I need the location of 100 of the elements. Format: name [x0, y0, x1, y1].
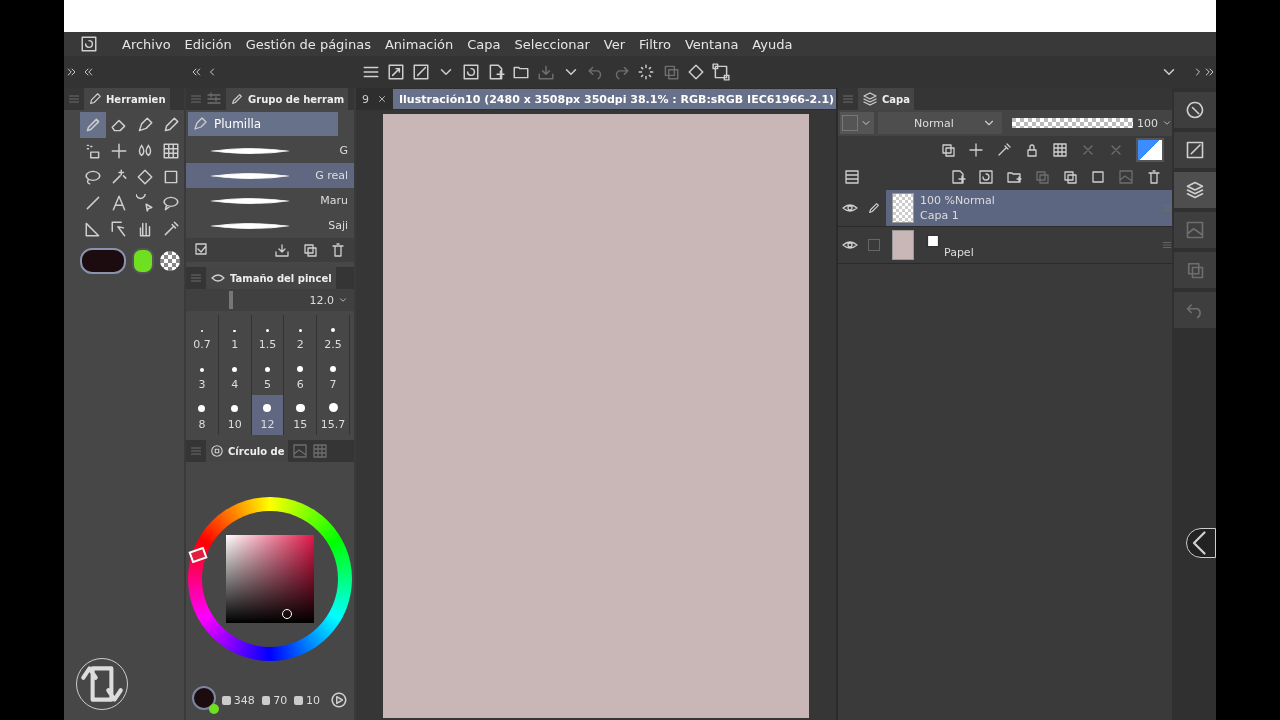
collapse-panel-icon[interactable]	[190, 66, 202, 78]
opacity-slider[interactable]	[1011, 118, 1133, 128]
menu-item[interactable]: Gestión de páginas	[245, 36, 371, 52]
new-raster-layer-icon[interactable]	[950, 169, 966, 185]
sub-color-swatch[interactable]	[132, 248, 154, 274]
side-handle-icon[interactable]	[1186, 528, 1216, 558]
brush-item[interactable]: G	[186, 138, 354, 163]
color-history-icon[interactable]	[312, 443, 329, 459]
panel-tab[interactable]: Grupo de herram	[226, 88, 349, 110]
checkbox[interactable]	[868, 239, 880, 251]
checkbox-icon[interactable]	[194, 242, 210, 258]
lock-icon[interactable]	[1024, 142, 1040, 158]
delete-icon[interactable]	[330, 242, 346, 258]
panel-tab[interactable]: Capa	[858, 88, 914, 110]
expand-panel-icon[interactable]	[66, 66, 78, 78]
menu-item[interactable]: Ver	[603, 36, 626, 52]
brush-icon[interactable]	[412, 63, 430, 81]
layer-color-button[interactable]	[1136, 138, 1164, 162]
eyedropper-icon	[162, 220, 180, 238]
brush-size-option[interactable]: 1.5	[251, 315, 285, 355]
brush-size-option[interactable]: 15.7	[317, 395, 350, 435]
ruler-icon	[84, 220, 102, 238]
download-icon[interactable]	[274, 242, 290, 258]
swirl-icon[interactable]	[462, 63, 480, 81]
brush-size-option[interactable]: 12	[251, 395, 285, 435]
new-folder-icon[interactable]	[1006, 169, 1022, 185]
canvas-tab[interactable]: 9	[356, 89, 393, 109]
hue-value[interactable]: 348	[233, 693, 255, 707]
transform-icon[interactable]	[712, 63, 730, 81]
slider-thumb[interactable]	[229, 291, 234, 309]
loading-icon[interactable]	[637, 63, 655, 81]
menu-item[interactable]: Animación	[384, 36, 454, 52]
copy-icon[interactable]	[662, 63, 680, 81]
brush-item[interactable]: Maru	[186, 188, 354, 213]
lock-transparency-icon[interactable]	[1052, 142, 1068, 158]
main-color-swatch[interactable]	[80, 248, 126, 274]
close-icon[interactable]	[377, 94, 387, 104]
opacity-value[interactable]: 100	[1137, 116, 1158, 130]
size-dot	[298, 328, 303, 332]
edit-target-icon[interactable]	[867, 201, 881, 215]
layers-button[interactable]	[1174, 172, 1216, 208]
layer-property-icon[interactable]	[844, 169, 860, 185]
merge-icon[interactable]	[1062, 169, 1078, 185]
sub-tool-header[interactable]: Plumilla	[188, 112, 338, 136]
duplicate-icon[interactable]	[302, 242, 318, 258]
hue-marker[interactable]	[188, 546, 208, 564]
panel-tab[interactable]: Herramien	[84, 88, 170, 110]
menu-item[interactable]: Ventana	[684, 36, 739, 52]
spin-icon[interactable]	[1162, 118, 1172, 128]
delete-layer-icon[interactable]	[1146, 169, 1162, 185]
panel-tab[interactable]: Círculo de	[206, 440, 289, 462]
brush-size-option[interactable]: 0.7	[186, 315, 219, 355]
brush-size-option[interactable]: 15	[284, 395, 318, 435]
drag-handle-icon[interactable]	[1162, 240, 1172, 250]
menu-item[interactable]: Archivo	[122, 36, 171, 52]
sub-color-indicator[interactable]	[209, 704, 219, 714]
panel-tab[interactable]: Tamaño del pincel	[206, 267, 336, 289]
size-value[interactable]: 12.0	[309, 293, 334, 307]
sub-view-button[interactable]	[1174, 132, 1216, 168]
layer-row[interactable]: Papel	[838, 227, 1172, 264]
brush-size-option[interactable]: 7	[317, 355, 350, 395]
menu-item[interactable]: Capa	[467, 36, 501, 52]
clip-icon[interactable]	[940, 142, 956, 158]
navigator-button[interactable]	[1174, 92, 1216, 128]
menu-item[interactable]: Filtro	[639, 36, 671, 52]
brightness-value[interactable]: 10	[306, 693, 320, 707]
pen-nib-icon	[192, 116, 208, 132]
mask-layer-icon[interactable]	[1090, 169, 1106, 185]
menu-item[interactable]: Ayuda	[752, 36, 793, 52]
brush-size-option[interactable]: 2	[284, 315, 318, 355]
brush-size-option[interactable]: 6	[284, 355, 318, 395]
saturation-value-square[interactable]	[226, 535, 314, 623]
layer-color-dropdown[interactable]	[840, 112, 874, 134]
brush-size-option[interactable]: 1	[218, 315, 252, 355]
collapse-panel-icon[interactable]	[82, 66, 94, 78]
saturation-value[interactable]: 70	[273, 693, 288, 707]
menu-item[interactable]: Seleccionar	[514, 36, 590, 52]
pen-tool-tool-button[interactable]	[80, 112, 106, 138]
color-set-icon[interactable]	[292, 443, 309, 459]
new-vector-layer-icon[interactable]	[978, 169, 994, 185]
fit-canvas-icon[interactable]	[387, 63, 405, 81]
transparent-color-swatch[interactable]	[160, 251, 180, 271]
brush-size-option[interactable]: 8	[186, 395, 219, 435]
brush-size-option[interactable]: 10	[218, 395, 252, 435]
menu-item[interactable]: Edición	[184, 36, 232, 52]
brush-item[interactable]: G real	[186, 163, 354, 188]
blend-mode-dropdown[interactable]: Normal	[878, 112, 1002, 134]
brush-item[interactable]: Saji	[186, 213, 354, 238]
play-icon[interactable]	[330, 691, 348, 709]
main-color-indicator[interactable]	[192, 686, 216, 710]
pen-tool-icon	[84, 116, 102, 134]
layer-row[interactable]: 100 %Normal Capa 1	[838, 190, 1172, 227]
spin-icon[interactable]	[338, 295, 348, 305]
brush-size-option[interactable]: 2.5	[317, 315, 350, 355]
brush-size-option[interactable]: 4	[218, 355, 252, 395]
save-icon[interactable]	[537, 63, 555, 81]
brush-size-option[interactable]: 3	[186, 355, 219, 395]
expand-panel-icon[interactable]	[1204, 66, 1216, 78]
drag-handle-icon[interactable]	[1162, 203, 1172, 213]
new-document-icon[interactable]	[487, 63, 505, 81]
